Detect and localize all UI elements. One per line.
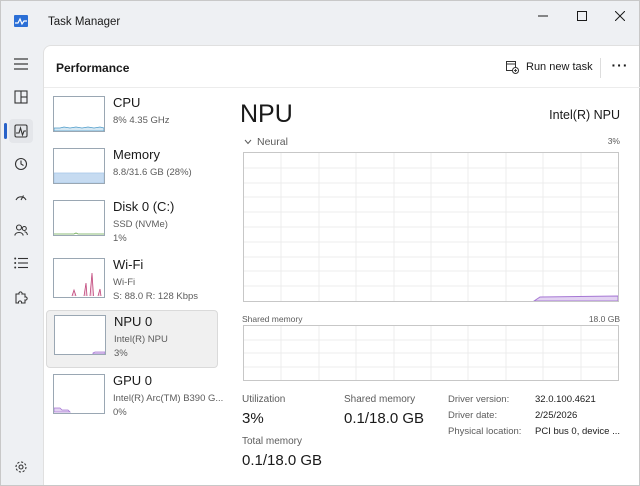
chevron-down-icon (244, 139, 252, 145)
header-divider (600, 58, 601, 78)
maximize-icon (577, 11, 587, 21)
cpu-thumbnail-graph (53, 96, 105, 132)
gpu-thumbnail-graph (53, 374, 105, 414)
run-new-task-button[interactable]: Run new task (506, 58, 593, 76)
utilization-label: Utilization (242, 394, 286, 405)
device-detail: 3% (114, 348, 128, 359)
nav-startup-apps[interactable] (9, 185, 33, 209)
shared-memory-graph-label: Shared memory (242, 314, 303, 324)
wifi-thumbnail-graph (53, 258, 105, 298)
disk-thumbnail-graph (53, 200, 105, 236)
nav-app-history[interactable] (9, 152, 33, 176)
driver-date-value: 2/25/2026 (535, 410, 578, 421)
total-memory-label: Total memory (242, 436, 303, 447)
device-detail: 8.8/31.6 GB (28%) (113, 167, 192, 178)
device-detail: S: 88.0 R: 128 Kbps (113, 291, 199, 302)
device-name: NPU 0 (114, 314, 153, 329)
device-detail: 0% (113, 407, 127, 418)
main-content: Performance Run new task ··· CPU 8% 4.35… (43, 45, 640, 485)
hamburger-menu-button[interactable] (9, 52, 33, 76)
device-name: Memory (113, 147, 160, 162)
driver-version-value: 32.0.100.4621 (535, 394, 596, 405)
close-button[interactable] (597, 1, 640, 31)
device-detail: Intel(R) Arc(TM) B390 G... (113, 393, 224, 404)
startup-speedometer-icon (15, 195, 27, 201)
shared-memory-graph (243, 325, 619, 381)
device-detail: Wi-Fi (113, 277, 136, 288)
shared-memory-graph-max: 18.0 GB (588, 314, 620, 324)
window-title: Task Manager (48, 16, 121, 28)
device-name: CPU (113, 95, 141, 110)
minimize-icon (538, 15, 548, 17)
driver-date-label: Driver date: (448, 410, 498, 421)
gear-icon (15, 461, 27, 473)
device-item-disk[interactable]: Disk 0 (C:) SSD (NVMe) 1% (46, 196, 218, 254)
neural-utilization-graph (243, 152, 619, 302)
memory-thumbnail-graph (53, 148, 105, 184)
device-name: GPU 0 (113, 373, 153, 388)
task-manager-app-icon (14, 15, 28, 27)
device-list: CPU 8% 4.35 GHz Memory 8.8/31.6 GB (28%) (44, 88, 223, 484)
physical-location-value: PCI bus 0, device ... (535, 426, 621, 437)
device-item-npu[interactable]: NPU 0 Intel(R) NPU 3% (46, 310, 218, 368)
title-bar[interactable]: Task Manager (1, 1, 639, 45)
nav-details[interactable] (9, 251, 33, 275)
npu-thumbnail-graph (54, 315, 106, 355)
device-model: Intel(R) NPU (549, 108, 620, 122)
device-detail: SSD (NVMe) (113, 219, 168, 230)
device-detail: 8% 4.35 GHz (113, 115, 170, 126)
active-nav-indicator (4, 123, 7, 139)
services-puzzle-icon (15, 291, 28, 304)
nav-services[interactable] (9, 285, 33, 309)
device-item-memory[interactable]: Memory 8.8/31.6 GB (28%) (46, 144, 218, 202)
npu-detail-pane: NPU Intel(R) NPU Neural 3% Shared memory… (230, 88, 630, 484)
nav-settings[interactable] (9, 455, 33, 479)
nav-processes[interactable] (9, 85, 33, 109)
physical-location-label: Physical location: (448, 426, 522, 437)
shared-memory-stat-value: 0.1/18.0 GB (344, 410, 425, 427)
page-header: Performance Run new task ··· (44, 46, 640, 88)
history-icon (14, 157, 28, 171)
device-title: NPU (240, 100, 293, 128)
nav-performance[interactable] (9, 119, 33, 143)
graph-selector[interactable]: Neural (244, 136, 288, 148)
graph-label: Neural (257, 136, 288, 148)
close-icon (615, 11, 625, 21)
more-options-button[interactable]: ··· (610, 58, 630, 76)
performance-icon (14, 124, 28, 138)
device-detail: Intel(R) NPU (114, 334, 168, 345)
nav-users[interactable] (9, 218, 33, 242)
users-icon (14, 224, 28, 236)
device-name: Disk 0 (C:) (113, 199, 175, 214)
device-item-wifi[interactable]: Wi-Fi Wi-Fi S: 88.0 R: 128 Kbps (46, 254, 218, 312)
page-title: Performance (56, 61, 130, 75)
processes-icon (14, 90, 28, 104)
graph-max-value: 3% (607, 136, 620, 146)
utilization-value: 3% (242, 410, 264, 427)
task-manager-window: Task Manager Performance Run new task ··… (0, 0, 640, 486)
run-task-icon (506, 60, 519, 74)
details-list-icon (14, 257, 28, 269)
device-name: Wi-Fi (113, 257, 144, 272)
run-new-task-label: Run new task (526, 61, 593, 73)
shared-memory-stat-label: Shared memory (344, 394, 416, 405)
device-item-cpu[interactable]: CPU 8% 4.35 GHz (46, 92, 218, 150)
device-item-gpu[interactable]: GPU 0 Intel(R) Arc(TM) B390 G... 0% (46, 370, 223, 428)
total-memory-value: 0.1/18.0 GB (242, 452, 323, 469)
driver-version-label: Driver version: (448, 394, 510, 405)
device-detail: 1% (113, 233, 127, 244)
hamburger-icon (14, 58, 28, 70)
